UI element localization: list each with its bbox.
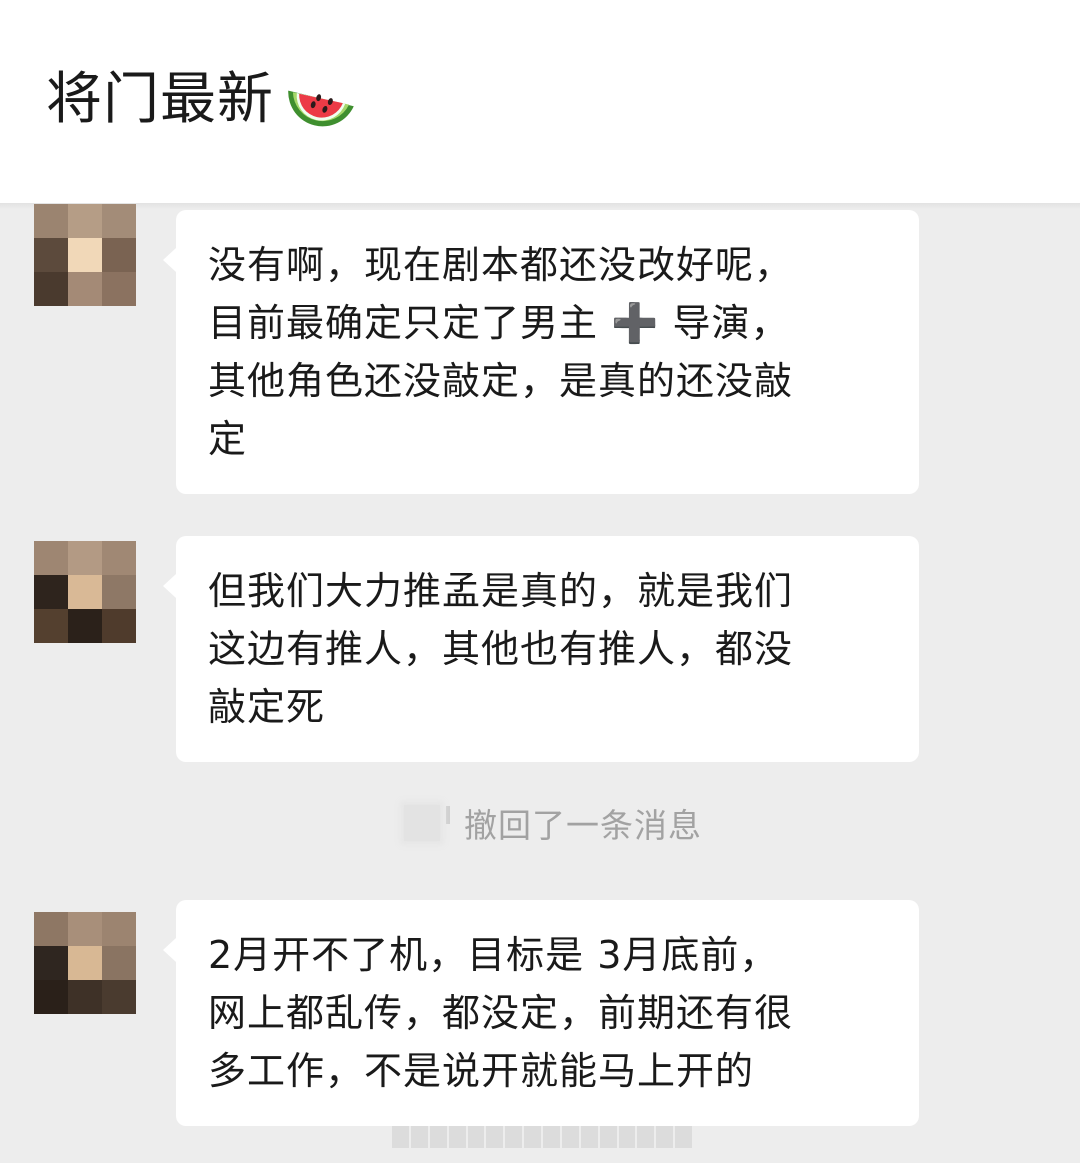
redacted-mark: [446, 806, 450, 824]
header-divider: [0, 203, 1080, 209]
avatar[interactable]: [34, 912, 136, 1014]
post-header: 将门最新: [0, 0, 1080, 203]
message-bubble[interactable]: 没有啊，现在剧本都还没改好呢， 目前最确定只定了男主 ➕ 导演， 其他角色还没敲…: [163, 210, 919, 494]
recall-notice-text: 撤回了一条消息: [464, 806, 702, 845]
post-title-text: 将门最新: [46, 67, 274, 132]
message-line: 没有啊，现在剧本都还没改好呢，: [208, 243, 794, 287]
redacted-name: [404, 805, 440, 841]
message-bubble[interactable]: 但我们大力推孟是真的，就是我们 这边有推人，其他也有推人，都没 敲定死: [163, 536, 919, 762]
message-line: 但我们大力推孟是真的，就是我们: [208, 569, 794, 613]
message-line: 这边有推人，其他也有推人，都没: [208, 627, 794, 671]
message-line: 其他角色还没敲定，是真的还没敲: [208, 359, 794, 403]
recall-notice: 撤回了一条消息: [404, 796, 702, 850]
message-line: 多工作，不是说开就能马上开的: [208, 1049, 755, 1093]
message-line: 敲定死: [208, 685, 326, 729]
message-line: 网上都乱传，都没定，前期还有很: [208, 991, 794, 1035]
watermark: [392, 1126, 692, 1148]
message-line: 目前最确定只定了男主 ➕ 导演，: [208, 301, 790, 345]
avatar[interactable]: [34, 204, 136, 306]
message-line: 2月开不了机，目标是 3月底前，: [208, 933, 779, 977]
message-bubble[interactable]: 2月开不了机，目标是 3月底前， 网上都乱传，都没定，前期还有很 多工作，不是说…: [163, 900, 919, 1126]
watermelon-icon: [288, 90, 354, 127]
message-line: 定: [208, 417, 248, 461]
avatar[interactable]: [34, 541, 136, 643]
post-title: 将门最新: [46, 60, 360, 140]
